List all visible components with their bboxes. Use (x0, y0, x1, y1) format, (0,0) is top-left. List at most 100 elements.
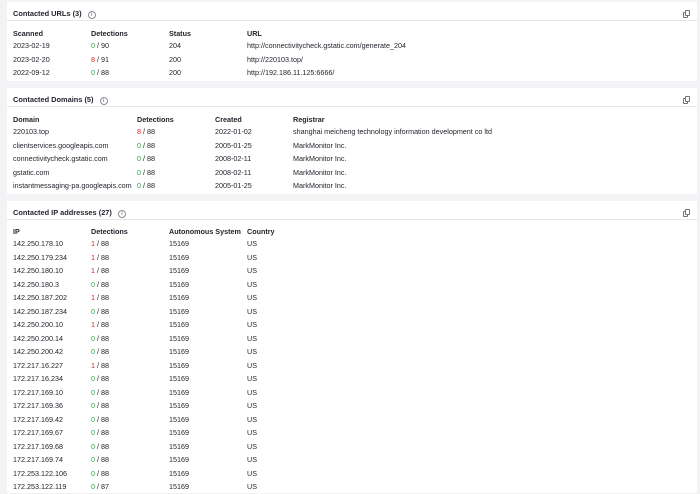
card-header: Contacted URLs (3) i (7, 2, 697, 21)
domain-link[interactable]: clientservices.googleapis.com (13, 139, 137, 153)
info-icon[interactable]: i (117, 210, 126, 218)
ip-link[interactable]: 172.217.169.67 (13, 426, 91, 440)
copy-icon[interactable] (683, 96, 691, 104)
info-icon[interactable]: i (99, 97, 108, 105)
country: US (247, 266, 257, 276)
info-icon[interactable]: i (87, 11, 96, 19)
table-row[interactable]: 172.217.169.36 0 / 88 15169 US (13, 399, 693, 413)
autonomous-system: 15169 (169, 252, 189, 262)
ip-link[interactable]: 172.217.169.74 (13, 453, 91, 467)
detections-cell: 1 / 88 (91, 251, 169, 265)
domain-link[interactable]: gstatic.com (13, 166, 137, 180)
registrar: MarkMonitor Inc. (293, 140, 347, 150)
ip-link[interactable]: 172.217.169.10 (13, 386, 91, 400)
table-row[interactable]: 172.217.169.42 0 / 88 15169 US (13, 413, 693, 427)
ip-link[interactable]: 142.250.179.234 (13, 251, 91, 265)
table-row[interactable]: 172.217.16.227 1 / 88 15169 US (13, 359, 693, 373)
table-row[interactable]: 220103.top 8 / 88 2022-01-02 shanghai meich… (13, 125, 693, 139)
table-row[interactable]: 2023-02-20 8 / 91 200 http://220103.top/ (13, 53, 693, 67)
column-header: Status (169, 28, 191, 38)
created-date: 2008-02-11 (215, 154, 252, 164)
table-row[interactable]: 172.217.16.234 0 / 88 15169 US (13, 372, 693, 386)
autonomous-system: 15169 (169, 482, 189, 492)
domain-link[interactable]: 220103.top (13, 125, 137, 139)
ip-link[interactable]: 142.250.200.14 (13, 332, 91, 346)
country: US (247, 441, 257, 451)
table-row[interactable]: 142.250.178.10 1 / 88 15169 US (13, 237, 693, 251)
table-row[interactable]: 2023-02-19 0 / 90 204 http://connectivitych… (13, 39, 693, 53)
section-count: (27) (98, 208, 112, 217)
ip-link[interactable]: 142.250.200.42 (13, 345, 91, 359)
autonomous-system: 15169 (169, 266, 189, 276)
ip-link[interactable]: 172.217.169.68 (13, 440, 91, 454)
column-header: Detections (91, 28, 128, 38)
table-row[interactable]: 142.250.187.202 1 / 88 15169 US (13, 291, 693, 305)
autonomous-system: 15169 (169, 239, 189, 249)
autonomous-system: 15169 (169, 374, 189, 384)
detections-total: 88 (101, 266, 109, 276)
column-header: Detections (91, 226, 128, 236)
domain-link[interactable]: connectivitycheck.gstatic.com (13, 152, 137, 166)
ip-link[interactable]: 142.250.180.10 (13, 264, 91, 278)
detections-total: 88 (101, 252, 109, 262)
ip-link[interactable]: 172.253.122.106 (13, 467, 91, 481)
ip-link[interactable]: 172.217.169.36 (13, 399, 91, 413)
copy-icon[interactable] (683, 10, 691, 18)
table-row[interactable]: 142.250.200.14 0 / 88 15169 US (13, 332, 693, 346)
table-row[interactable]: clientservices.googleapis.com 0 / 88 2005-… (13, 139, 693, 153)
column-header: URL (247, 28, 262, 38)
country: US (247, 428, 257, 438)
table-row[interactable]: 172.217.169.74 0 / 88 15169 US (13, 453, 693, 467)
table-row[interactable]: 172.217.169.10 0 / 88 15169 US (13, 386, 693, 400)
table-row[interactable]: 142.250.200.42 0 / 88 15169 US (13, 345, 693, 359)
http-status: 204 (169, 41, 181, 51)
table-row[interactable]: gstatic.com 0 / 88 2008-02-11 MarkMonitor I… (13, 166, 693, 180)
ip-link[interactable]: 172.217.16.227 (13, 359, 91, 373)
url-link[interactable]: http://connectivitycheck.gstatic.com/gen… (247, 39, 693, 53)
ip-link[interactable]: 142.250.187.234 (13, 305, 91, 319)
autonomous-system: 15169 (169, 428, 189, 438)
copy-icon[interactable] (683, 209, 691, 217)
table-row[interactable]: instantmessaging-pa.googleapis.com 0 / 88… (13, 179, 693, 193)
ip-link[interactable]: 142.250.187.202 (13, 291, 91, 305)
detections-total: 88 (101, 428, 109, 438)
table-row[interactable]: 2022-09-12 0 / 88 200 http://192.186.11.125… (13, 66, 693, 80)
url-link[interactable]: http://192.186.11.125:6666/ (247, 66, 693, 80)
table-row[interactable]: connectivitycheck.gstatic.com 0 / 88 2008-… (13, 152, 693, 166)
country: US (247, 347, 257, 357)
country: US (247, 279, 257, 289)
autonomous-system: 15169 (169, 468, 189, 478)
country: US (247, 455, 257, 465)
scanned-date: 2022-09-12 (13, 68, 50, 78)
autonomous-system: 15169 (169, 306, 189, 316)
country: US (247, 252, 257, 262)
domain-link[interactable]: instantmessaging-pa.googleapis.com (13, 179, 137, 193)
autonomous-system: 15169 (169, 455, 189, 465)
table-row[interactable]: 172.253.122.119 0 / 87 15169 US (13, 480, 693, 494)
autonomous-system: 15169 (169, 401, 189, 411)
table-row[interactable]: 142.250.200.10 1 / 88 15169 US (13, 318, 693, 332)
detections-cell: 0 / 88 (91, 399, 169, 413)
created-date: 2008-02-11 (215, 167, 252, 177)
table-row[interactable]: 142.250.180.10 1 / 88 15169 US (13, 264, 693, 278)
detections-total: 88 (101, 374, 109, 384)
table-row[interactable]: 142.250.187.234 0 / 88 15169 US (13, 305, 693, 319)
autonomous-system: 15169 (169, 360, 189, 370)
url-link[interactable]: http://220103.top/ (247, 53, 693, 67)
ip-link[interactable]: 142.250.178.10 (13, 237, 91, 251)
table-row[interactable]: 172.217.169.68 0 / 88 15169 US (13, 440, 693, 454)
contacted-ips-card: Contacted IP addresses (27) i IP Detectio… (7, 201, 697, 493)
ip-link[interactable]: 172.217.169.42 (13, 413, 91, 427)
table-row[interactable]: 142.250.179.234 1 / 88 15169 US (13, 251, 693, 265)
ip-link[interactable]: 142.250.180.3 (13, 278, 91, 292)
ip-link[interactable]: 142.250.200.10 (13, 318, 91, 332)
detections-cell: 0 / 88 (91, 467, 169, 481)
table-row[interactable]: 172.253.122.106 0 / 88 15169 US (13, 467, 693, 481)
detections-total: 88 (147, 181, 155, 191)
section-title-text: Contacted URLs (13, 9, 71, 18)
ip-link[interactable]: 172.253.122.119 (13, 480, 91, 494)
table-row[interactable]: 142.250.180.3 0 / 88 15169 US (13, 278, 693, 292)
table-row[interactable]: 172.217.169.67 0 / 88 15169 US (13, 426, 693, 440)
ip-link[interactable]: 172.217.16.234 (13, 372, 91, 386)
section-title: Contacted URLs (3) i (13, 9, 96, 19)
